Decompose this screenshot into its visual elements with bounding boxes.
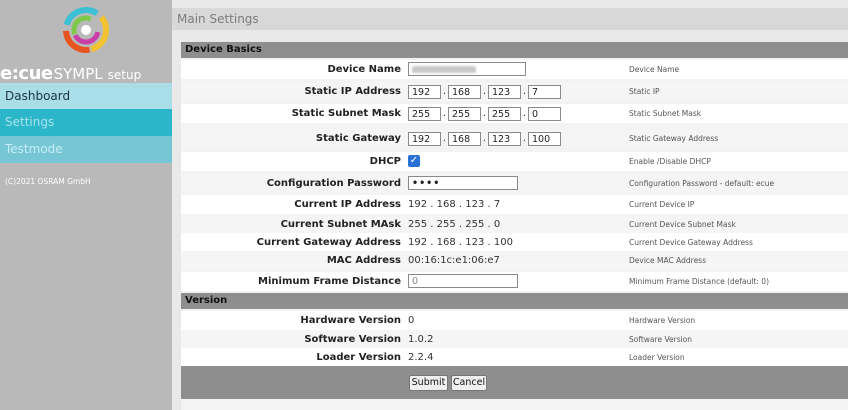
software-version-desc: Software Version (629, 335, 693, 344)
row-min-frame-distance: Minimum Frame Distance 0 Minimum Frame D… (181, 272, 848, 291)
mac-address-value: 00:16:1c:e1:06:e7 (408, 255, 500, 266)
row-hardware-version: Hardware Version 0 Hardware Version (181, 311, 848, 330)
device-name-blurred-value (412, 66, 476, 73)
min-frame-label: Minimum Frame Distance (258, 276, 401, 287)
static-ip-octet-1[interactable]: 192 (408, 84, 441, 99)
form-actions-bar: Submit Cancel (181, 366, 848, 399)
gateway-inputs: 192. 168. 123. 100 (408, 129, 561, 148)
gateway-octet-1[interactable]: 192 (408, 131, 441, 146)
device-name-desc: Device Name (629, 65, 680, 74)
static-ip-octet-3[interactable]: 123 (488, 84, 521, 99)
software-version-value: 1.0.2 (408, 334, 434, 345)
section-device-basics: Device Basics (181, 42, 848, 58)
current-gateway-value: 192 . 168 . 123 . 100 (408, 237, 513, 248)
current-gateway-label: Current Gateway Address (256, 237, 401, 248)
dot-sep: . (442, 86, 447, 97)
brand-sympl: SYMPL (53, 65, 103, 83)
submit-button[interactable]: Submit (409, 375, 448, 391)
gateway-octet-4[interactable]: 100 (528, 131, 561, 146)
cancel-button[interactable]: Cancel (451, 375, 487, 391)
row-software-version: Software Version 1.0.2 Software Version (181, 330, 848, 349)
static-ip-octet-2[interactable]: 168 (448, 84, 481, 99)
dhcp-desc: Enable /Disable DHCP (629, 157, 711, 166)
hardware-version-desc: Hardware Version (629, 316, 696, 325)
dot-sep: . (522, 133, 527, 144)
gateway-desc: Static Gateway Address (629, 134, 719, 143)
software-version-label: Software Version (304, 334, 401, 345)
sidebar: e:cueSYMPL setup Dashboard Settings Testm… (0, 0, 172, 410)
brand-name: e:cueSYMPL setup (0, 63, 172, 84)
min-frame-desc: Minimum Frame Distance (default: 0) (629, 277, 769, 286)
dhcp-cell: ✓ (408, 152, 420, 171)
subnet-octet-2[interactable]: 255 (448, 106, 481, 121)
config-password-input[interactable]: •••• (408, 176, 518, 190)
subnet-mask-desc: Static Subnet Mask (629, 109, 702, 118)
row-static-ip: Static IP Address 192. 168. 123. 7 Static I… (181, 82, 848, 101)
current-ip-label: Current IP Address (294, 199, 401, 210)
nav-item-settings[interactable]: Settings (0, 109, 172, 136)
dot-sep: . (482, 86, 487, 97)
dot-sep: . (522, 86, 527, 97)
gateway-label: Static Gateway (315, 133, 401, 144)
static-ip-label: Static IP Address (304, 86, 401, 97)
current-ip-value: 192 . 168 . 123 . 7 (408, 199, 501, 210)
subnet-octet-1[interactable]: 255 (408, 106, 441, 121)
mac-address-desc: Device MAC Address (629, 256, 706, 265)
current-ip-desc: Current Device IP (629, 200, 695, 209)
brand-ecue: e:cue (0, 63, 53, 84)
static-ip-inputs: 192. 168. 123. 7 (408, 82, 561, 101)
device-name-label: Device Name (327, 64, 401, 75)
nav-item-testmode[interactable]: Testmode (0, 136, 172, 163)
row-loader-version: Loader Version 2.2.4 Loader Version (181, 348, 848, 367)
subnet-mask-label: Static Subnet Mask (291, 108, 401, 119)
row-current-subnet: Current Subnet MAsk 255 . 255 . 255 . 0 … (181, 215, 848, 234)
nav-item-dashboard[interactable]: Dashboard (0, 83, 172, 110)
dot-sep: . (482, 108, 487, 119)
section-version: Version (181, 293, 848, 309)
gateway-octet-2[interactable]: 168 (448, 131, 481, 146)
loader-version-label: Loader Version (316, 352, 401, 363)
dot-sep: . (522, 108, 527, 119)
row-current-ip: Current IP Address 192 . 168 . 123 . 7 C… (181, 195, 848, 214)
row-dhcp: DHCP ✓ Enable /Disable DHCP (181, 152, 848, 171)
ecue-logo-icon (62, 6, 110, 54)
hardware-version-label: Hardware Version (300, 315, 401, 326)
dot-sep: . (442, 133, 447, 144)
device-name-input[interactable] (408, 62, 526, 76)
dot-sep: . (442, 108, 447, 119)
loader-version-value: 2.2.4 (408, 352, 434, 363)
subnet-octet-3[interactable]: 255 (488, 106, 521, 121)
settings-form: Device Basics Device Name Device Name St… (181, 42, 848, 410)
static-ip-octet-4[interactable]: 7 (528, 84, 561, 99)
static-ip-desc: Static IP (629, 87, 660, 96)
gateway-octet-3[interactable]: 123 (488, 131, 521, 146)
current-subnet-desc: Current Device Subnet Mask (629, 220, 736, 229)
brand-setup: setup (107, 68, 142, 82)
current-gateway-desc: Current Device Gateway Address (629, 238, 753, 247)
loader-version-desc: Loader Version (629, 353, 685, 362)
current-subnet-label: Current Subnet MAsk (280, 219, 401, 230)
min-frame-input[interactable]: 0 (408, 274, 518, 288)
page-title: Main Settings (172, 8, 848, 30)
dhcp-checkbox[interactable]: ✓ (408, 155, 420, 167)
copyright-text: (C)2021 OSRAM GmbH (5, 177, 91, 186)
config-password-cell: •••• (408, 174, 518, 193)
subnet-octet-4[interactable]: 0 (528, 106, 561, 121)
row-mac-address: MAC Address 00:16:1c:e1:06:e7 Device MAC… (181, 251, 848, 270)
row-device-name: Device Name Device Name (181, 60, 848, 79)
row-config-password: Configuration Password •••• Configuratio… (181, 174, 848, 193)
mac-address-label: MAC Address (326, 255, 401, 266)
current-subnet-value: 255 . 255 . 255 . 0 (408, 219, 501, 230)
subnet-mask-inputs: 255. 255. 255. 0 (408, 104, 561, 123)
row-current-gateway: Current Gateway Address 192 . 168 . 123 … (181, 233, 848, 252)
hardware-version-value: 0 (408, 315, 415, 326)
min-frame-cell: 0 (408, 272, 518, 291)
device-name-cell (408, 60, 526, 79)
dhcp-label: DHCP (369, 156, 401, 167)
row-subnet-mask: Static Subnet Mask 255. 255. 255. 0 Static … (181, 104, 848, 123)
row-gateway: Static Gateway 192. 168. 123. 100 Static Ga… (181, 129, 848, 148)
config-password-label: Configuration Password (266, 178, 401, 189)
config-password-desc: Configuration Password - default: ecue (629, 179, 775, 188)
dot-sep: . (482, 133, 487, 144)
